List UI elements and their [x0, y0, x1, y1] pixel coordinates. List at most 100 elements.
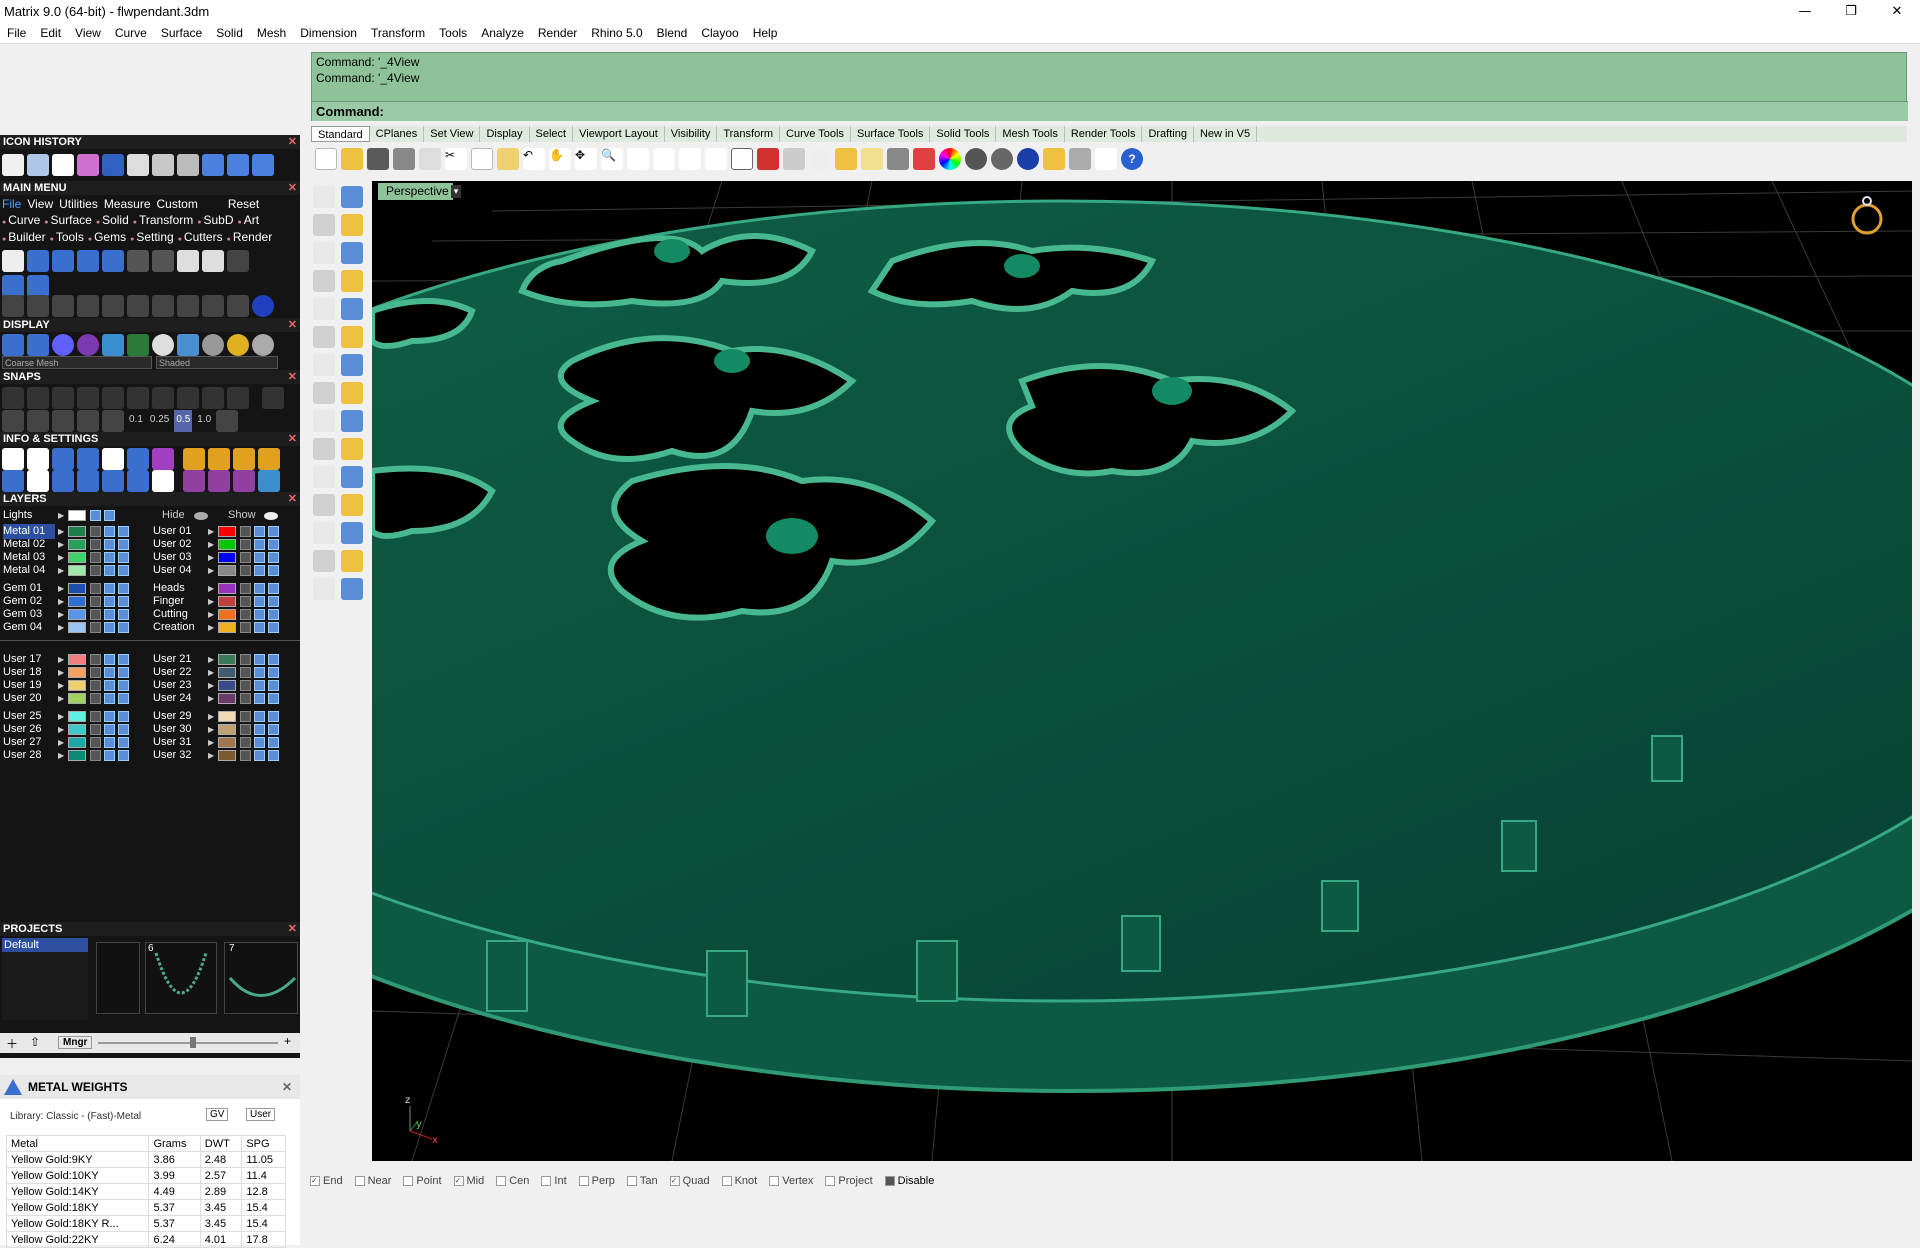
- layer-row[interactable]: Creation ▶: [150, 620, 300, 635]
- print-toggle-icon[interactable]: [118, 711, 129, 722]
- close-icon[interactable]: ✕: [288, 135, 297, 149]
- layer-name[interactable]: User 20: [3, 691, 55, 706]
- window-icon[interactable]: [27, 470, 49, 492]
- target-icon[interactable]: [127, 154, 149, 176]
- expand-arrow-icon[interactable]: ▶: [208, 526, 217, 537]
- offset-icon[interactable]: [341, 382, 363, 404]
- toolbar-tab-viewport-layout[interactable]: Viewport Layout: [573, 126, 665, 142]
- visibility-icon[interactable]: [254, 711, 265, 722]
- expand-arrow-icon[interactable]: ▶: [58, 667, 67, 678]
- project-default[interactable]: Default: [2, 938, 88, 952]
- lock-icon[interactable]: [240, 750, 251, 761]
- paint-icon[interactable]: [313, 410, 335, 432]
- cat-cutters[interactable]: Cutters: [178, 230, 223, 244]
- gray-sphere-icon[interactable]: [202, 334, 224, 356]
- cat-render[interactable]: Render: [227, 230, 272, 244]
- visibility-icon[interactable]: [104, 737, 115, 748]
- new-icon[interactable]: [315, 148, 337, 170]
- menu-analyze[interactable]: Analyze: [474, 26, 531, 40]
- polygon-icon[interactable]: [313, 298, 335, 320]
- edit-info-icon[interactable]: [127, 448, 149, 470]
- close-icon[interactable]: ✕: [288, 432, 297, 446]
- main-tab-file[interactable]: File: [2, 197, 21, 211]
- cat-subd[interactable]: SubD: [197, 213, 233, 227]
- print-toggle-icon[interactable]: [268, 565, 279, 576]
- lock-icon[interactable]: [90, 596, 101, 607]
- toolbar-tab-surface-tools[interactable]: Surface Tools: [851, 126, 931, 142]
- lock-icon[interactable]: [240, 552, 251, 563]
- toolbar-tab-drafting[interactable]: Drafting: [1142, 126, 1194, 142]
- visibility-icon[interactable]: [104, 622, 115, 633]
- lock-icon[interactable]: [90, 583, 101, 594]
- metal-col-header[interactable]: SPG: [241, 1135, 286, 1152]
- expand-arrow-icon[interactable]: ▶: [58, 565, 67, 576]
- layer-color-swatch[interactable]: [218, 539, 236, 550]
- osnap-disable[interactable]: Disable: [884, 1175, 934, 1187]
- import-icon[interactable]: [52, 250, 74, 272]
- menu-rhino5[interactable]: Rhino 5.0: [584, 26, 649, 40]
- lock-icon[interactable]: [90, 667, 101, 678]
- slider-handle[interactable]: [190, 1037, 196, 1048]
- visibility-icon[interactable]: [254, 583, 265, 594]
- table-row[interactable]: Yellow Gold:14KY 4.49 2.89 12.8: [5, 1183, 286, 1200]
- cat-surface[interactable]: Surface: [44, 213, 91, 227]
- layer-color-swatch[interactable]: [68, 724, 86, 735]
- visibility-icon[interactable]: [254, 667, 265, 678]
- metal-col-header[interactable]: Grams: [148, 1135, 201, 1152]
- circle-icon[interactable]: [252, 295, 274, 317]
- user-button[interactable]: User: [246, 1108, 276, 1121]
- lock-icon[interactable]: [240, 583, 251, 594]
- expand-arrow-icon[interactable]: ▶: [58, 693, 67, 704]
- add-user-icon[interactable]: [202, 250, 224, 272]
- block-icon[interactable]: [52, 470, 74, 492]
- layer-color-swatch[interactable]: [218, 680, 236, 691]
- expand-arrow-icon[interactable]: ▶: [208, 552, 217, 563]
- sweep-icon[interactable]: [341, 410, 363, 432]
- print-toggle-icon[interactable]: [118, 609, 129, 620]
- checkbox-icon[interactable]: [721, 1176, 732, 1186]
- hide-button[interactable]: Hide: [162, 509, 185, 521]
- visibility-icon[interactable]: [104, 596, 115, 607]
- layer-color-swatch[interactable]: [68, 711, 86, 722]
- up-project-button[interactable]: ⇧: [30, 1035, 40, 1049]
- metal-col-header[interactable]: DWT: [199, 1135, 243, 1152]
- curve-icon[interactable]: [27, 295, 49, 317]
- ortho-icon[interactable]: [2, 410, 24, 432]
- material-icon[interactable]: [177, 334, 199, 356]
- snap-cen-icon[interactable]: [102, 387, 124, 409]
- layer-name[interactable]: Creation: [153, 620, 205, 635]
- eye-open-icon[interactable]: [264, 512, 278, 520]
- print-toggle-icon[interactable]: [118, 565, 129, 576]
- expand-arrow-icon[interactable]: ▶: [58, 724, 67, 735]
- record-icon[interactable]: [102, 410, 124, 432]
- render-icon[interactable]: [1017, 148, 1039, 170]
- osnap-icon[interactable]: [52, 410, 74, 432]
- print-toggle-icon[interactable]: [118, 667, 129, 678]
- layer-name[interactable]: User 04: [153, 563, 205, 578]
- transform-icon[interactable]: [341, 578, 363, 600]
- layout-icon[interactable]: [2, 275, 24, 297]
- layer-icon[interactable]: [913, 148, 935, 170]
- snap-near-icon[interactable]: [27, 387, 49, 409]
- visibility-icon[interactable]: [254, 654, 265, 665]
- expand-arrow-icon[interactable]: ▶: [58, 552, 67, 563]
- layer-color-swatch[interactable]: [218, 711, 236, 722]
- grid-icon[interactable]: [152, 154, 174, 176]
- expand-arrow-icon[interactable]: ▶: [208, 565, 217, 576]
- print-toggle-icon[interactable]: [118, 680, 129, 691]
- options-icon[interactable]: [2, 448, 24, 470]
- expand-arrow-icon[interactable]: ▶: [208, 539, 217, 550]
- layer-row[interactable]: User 04 ▶: [150, 563, 300, 578]
- visibility-icon[interactable]: [254, 526, 265, 537]
- lock-icon[interactable]: [240, 737, 251, 748]
- filter-icon[interactable]: [102, 470, 124, 492]
- viewport-title[interactable]: Perspective ▾: [378, 183, 461, 200]
- extrude-icon[interactable]: [341, 326, 363, 348]
- pan-hand-icon[interactable]: ✋: [549, 148, 571, 170]
- lock-icon[interactable]: [240, 680, 251, 691]
- gumball-icon[interactable]: [77, 410, 99, 432]
- print-icon[interactable]: [152, 250, 174, 272]
- layer-color-swatch[interactable]: [68, 596, 86, 607]
- box-icon[interactable]: [77, 470, 99, 492]
- layer-filter-icon[interactable]: [208, 448, 230, 470]
